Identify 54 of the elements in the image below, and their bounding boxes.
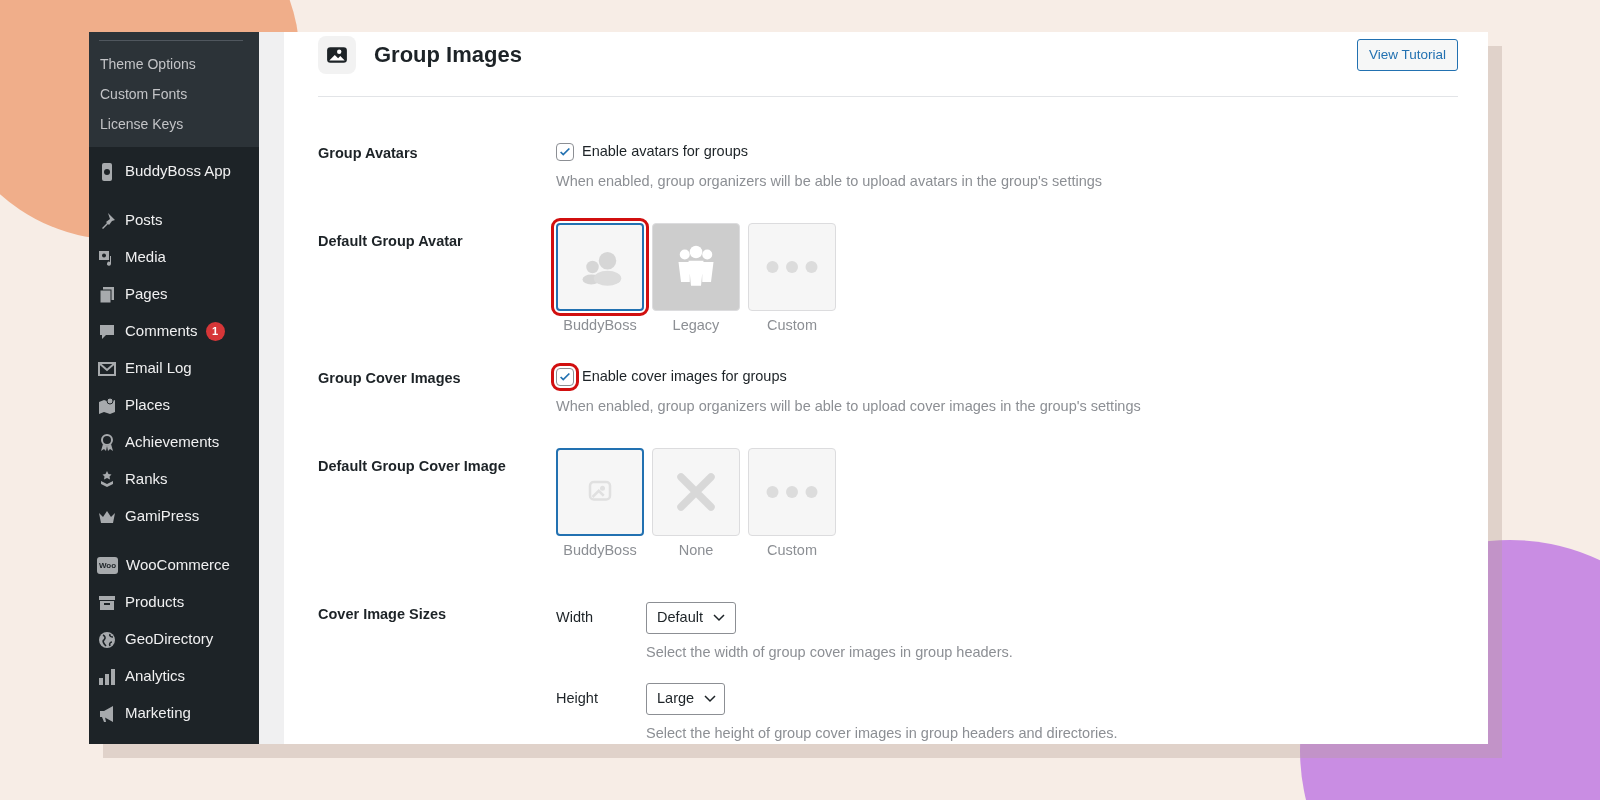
setting-label: Cover Image Sizes (318, 604, 448, 624)
pages-icon (97, 284, 117, 305)
submenu-link[interactable]: License Keys (89, 109, 259, 139)
menu-item[interactable]: Media (89, 239, 259, 276)
submenu-link[interactable]: Theme Options (89, 49, 259, 79)
tile-caption: Custom (766, 540, 818, 560)
setting-label: Group Cover Images (318, 369, 462, 389)
map-pin-icon (97, 395, 117, 416)
menu-item[interactable]: Products (89, 584, 259, 621)
field-description: When enabled, group organizers will be able to upload cover images in the group's settings (556, 397, 1141, 416)
menu-item[interactable]: Posts (89, 202, 259, 239)
chevron-down-icon (712, 613, 725, 622)
header-icon (318, 36, 356, 74)
globe-icon (97, 629, 117, 650)
field-label: Height (556, 689, 599, 709)
view-tutorial-button[interactable]: View Tutorial (1356, 38, 1458, 72)
tile-caption: None (677, 540, 715, 560)
menu-item[interactable]: GamiPress (89, 498, 259, 535)
setting-label: Default Group Cover Image (318, 456, 507, 476)
checkbox-label: Enable cover images for groups (582, 367, 787, 387)
field-description: When enabled, group organizers will be able to upload avatars in the group's settings (556, 171, 1103, 191)
dots-icon (766, 485, 818, 498)
menu-item[interactable]: BuddyBoss App (89, 153, 259, 190)
tile-caption: Legacy (671, 315, 721, 335)
field-label: Width (556, 607, 595, 627)
menu-item[interactable]: Places (89, 387, 259, 424)
select-field[interactable]: Large (646, 683, 726, 716)
menu-item[interactable]: Analytics (89, 658, 259, 695)
menu-item[interactable]: Email Log (89, 350, 259, 387)
setting-label: Default Group Avatar (318, 231, 464, 251)
setting-label: Group Avatars (318, 144, 419, 163)
field-description: Select the width of group cover images in group headers. (646, 642, 1014, 662)
checkbox-label: Enable avatars for groups (582, 142, 749, 161)
tile-caption: Custom (766, 315, 818, 335)
select-field[interactable]: Default (646, 601, 736, 634)
checkbox[interactable] (556, 142, 574, 161)
woo-icon: Woo (97, 557, 118, 574)
option-tile[interactable] (556, 447, 644, 536)
tile-caption: BuddyBoss (562, 315, 638, 335)
menu-item[interactable]: Woo WooCommerce (89, 547, 259, 584)
chevron-down-icon (704, 695, 717, 704)
tile-caption: BuddyBoss (562, 540, 638, 560)
menu-item[interactable]: GeoDirectory (89, 621, 259, 658)
count-badge: 1 (205, 322, 225, 341)
dots-icon (766, 260, 818, 273)
field-description: Select the height of group cover images in group headers and directories. (646, 724, 1118, 744)
menu-item[interactable]: Achievements (89, 424, 259, 461)
menu-item[interactable]: Marketing (89, 695, 259, 732)
bar-chart-icon (97, 666, 117, 687)
menu-item[interactable]: Pages (89, 276, 259, 313)
page-title: Group Images (374, 41, 522, 69)
submenu-link[interactable]: Custom Fonts (89, 79, 259, 109)
menu-label[interactable]: Comments (125, 320, 198, 343)
menu-item[interactable]: Ranks (89, 461, 259, 498)
